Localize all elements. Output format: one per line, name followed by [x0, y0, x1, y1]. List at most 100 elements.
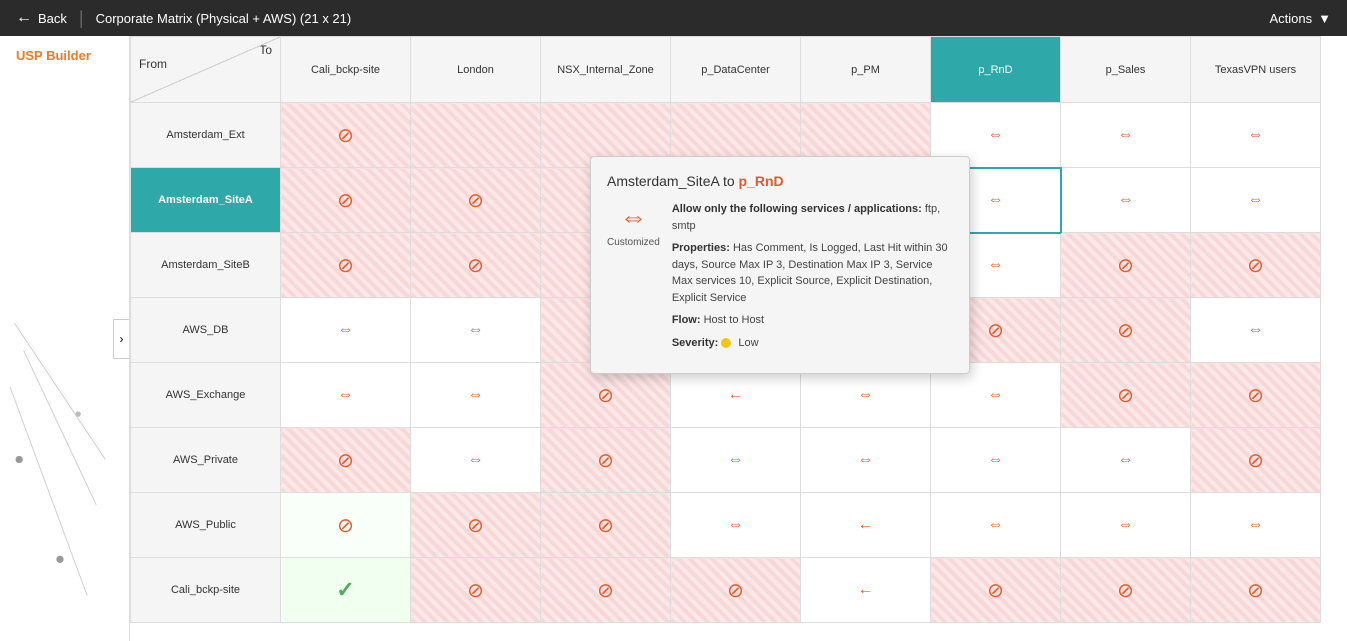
row-header-7: Cali_bckp-site: [131, 558, 281, 623]
arrows-icon: ⇔: [988, 451, 1004, 468]
tooltip-severity-label: Severity:: [672, 337, 718, 349]
sidebar: USP Builder ›: [0, 36, 130, 641]
cell-6-3[interactable]: ⇔: [671, 493, 801, 558]
collapse-handle[interactable]: ›: [113, 319, 129, 359]
actions-button[interactable]: Actions ▼: [1269, 11, 1331, 26]
cell-2-6[interactable]: ⊘: [1061, 233, 1191, 298]
cell-7-3[interactable]: ⊘: [671, 558, 801, 623]
arrows-icon: ⇔: [468, 321, 484, 338]
block-icon: ⊘: [467, 190, 484, 212]
cell-1-1[interactable]: ⊘: [411, 168, 541, 233]
row-header-2: Amsterdam_SiteB: [131, 233, 281, 298]
cell-7-4[interactable]: ←: [801, 558, 931, 623]
tooltip-arrows-icon: ⇔: [619, 201, 647, 233]
tooltip-popup: Amsterdam_SiteA to p_RnD ⇔ Customized Al…: [590, 156, 970, 374]
cell-6-5[interactable]: ⇔: [931, 493, 1061, 558]
main-layout: USP Builder › To From: [0, 36, 1347, 641]
arrows-icon: ⇔: [338, 386, 354, 403]
cell-1-0[interactable]: ⊘: [281, 168, 411, 233]
tooltip-dest: p_RnD: [739, 173, 784, 189]
col-header-6: p_Sales: [1061, 37, 1191, 103]
col-header-1: London: [411, 37, 541, 103]
cell-5-3[interactable]: ⇔: [671, 428, 801, 493]
tooltip-properties-label: Properties:: [672, 242, 730, 254]
corner-cell: To From: [131, 37, 281, 103]
block-icon: ⊘: [597, 580, 614, 602]
cell-7-7[interactable]: ⊘: [1191, 558, 1321, 623]
cell-7-2[interactable]: ⊘: [541, 558, 671, 623]
collapse-icon: ›: [120, 332, 124, 346]
matrix-area[interactable]: To From Cali_bckp-site London NSX_Intern…: [130, 36, 1347, 641]
cell-5-6[interactable]: ⇔: [1061, 428, 1191, 493]
cell-6-1[interactable]: ⊘: [411, 493, 541, 558]
table-row: AWS_Public ⊘ ⊘ ⊘ ⇔ ← ⇔ ⇔ ⇔: [131, 493, 1321, 558]
cell-7-5[interactable]: ⊘: [931, 558, 1061, 623]
col-header-0: Cali_bckp-site: [281, 37, 411, 103]
arrows-icon: ⇔: [988, 191, 1004, 208]
severity-dot-icon: [721, 338, 731, 348]
cell-6-6[interactable]: ⇔: [1061, 493, 1191, 558]
cell-2-0[interactable]: ⊘: [281, 233, 411, 298]
col-header-7: TexasVPN users: [1191, 37, 1321, 103]
cell-7-6[interactable]: ⊘: [1061, 558, 1191, 623]
col-header-3: p_DataCenter: [671, 37, 801, 103]
block-icon: ⊘: [1117, 320, 1134, 342]
cell-0-1[interactable]: [411, 103, 541, 168]
sidebar-usp-builder-label[interactable]: USP Builder: [0, 48, 107, 63]
tooltip-severity-value: Low: [738, 337, 758, 349]
cell-0-6[interactable]: ⇔: [1061, 103, 1191, 168]
block-icon: ⊘: [597, 385, 614, 407]
back-arrow-icon: ←: [16, 9, 32, 27]
cell-6-2[interactable]: ⊘: [541, 493, 671, 558]
cell-1-6[interactable]: ⇔: [1061, 168, 1191, 233]
arrows-icon: ⇔: [1248, 321, 1264, 338]
cell-0-0[interactable]: ⊘: [281, 103, 411, 168]
cell-2-7[interactable]: ⊘: [1191, 233, 1321, 298]
tooltip-services: Allow only the following services / appl…: [672, 201, 953, 234]
cell-4-0[interactable]: ⇔: [281, 363, 411, 428]
cell-6-4[interactable]: ←: [801, 493, 931, 558]
row-header-1: Amsterdam_SiteA: [131, 168, 281, 233]
cell-3-1[interactable]: ⇔: [411, 298, 541, 363]
cell-3-7[interactable]: ⇔: [1191, 298, 1321, 363]
cell-4-7[interactable]: ⊘: [1191, 363, 1321, 428]
tooltip-services-label: Allow only the following services / appl…: [672, 203, 922, 215]
block-icon: ⊘: [467, 580, 484, 602]
cell-1-7[interactable]: ⇔: [1191, 168, 1321, 233]
cell-2-1[interactable]: ⊘: [411, 233, 541, 298]
block-icon: ⊘: [1117, 255, 1134, 277]
cell-7-1[interactable]: ⊘: [411, 558, 541, 623]
cell-3-6[interactable]: ⊘: [1061, 298, 1191, 363]
cell-3-0[interactable]: ⇔: [281, 298, 411, 363]
sidebar-decoration: [0, 278, 129, 641]
check-icon: ✓: [336, 577, 354, 602]
block-icon: ⊘: [727, 580, 744, 602]
page-title: Corporate Matrix (Physical + AWS) (21 x …: [96, 11, 352, 26]
arrows-icon: ⇔: [728, 451, 744, 468]
topbar: ← Back | Corporate Matrix (Physical + AW…: [0, 0, 1347, 36]
cell-4-1[interactable]: ⇔: [411, 363, 541, 428]
back-label: Back: [38, 11, 67, 26]
cell-5-0[interactable]: ⊘: [281, 428, 411, 493]
cell-5-5[interactable]: ⇔: [931, 428, 1061, 493]
row-header-0: Amsterdam_Ext: [131, 103, 281, 168]
cell-7-0[interactable]: ✓: [281, 558, 411, 623]
cell-6-7[interactable]: ⇔: [1191, 493, 1321, 558]
cell-0-7[interactable]: ⇔: [1191, 103, 1321, 168]
tooltip-properties: Properties: Has Comment, Is Logged, Last…: [672, 240, 953, 306]
corner-from-label: From: [131, 57, 280, 77]
block-icon: ⊘: [987, 580, 1004, 602]
cell-5-2[interactable]: ⊘: [541, 428, 671, 493]
block-icon: ⊘: [337, 190, 354, 212]
tooltip-severity: Severity: Low: [672, 335, 953, 352]
col-header-2: NSX_Internal_Zone: [541, 37, 671, 103]
arrows-icon: ⇔: [858, 386, 874, 403]
cell-6-0[interactable]: ⊘: [281, 493, 411, 558]
block-icon: ⊘: [337, 125, 354, 147]
cell-5-4[interactable]: ⇔: [801, 428, 931, 493]
cell-4-6[interactable]: ⊘: [1061, 363, 1191, 428]
row-header-6: AWS_Public: [131, 493, 281, 558]
cell-5-7[interactable]: ⊘: [1191, 428, 1321, 493]
back-button[interactable]: ← Back: [16, 9, 67, 27]
cell-5-1[interactable]: ⇔: [411, 428, 541, 493]
